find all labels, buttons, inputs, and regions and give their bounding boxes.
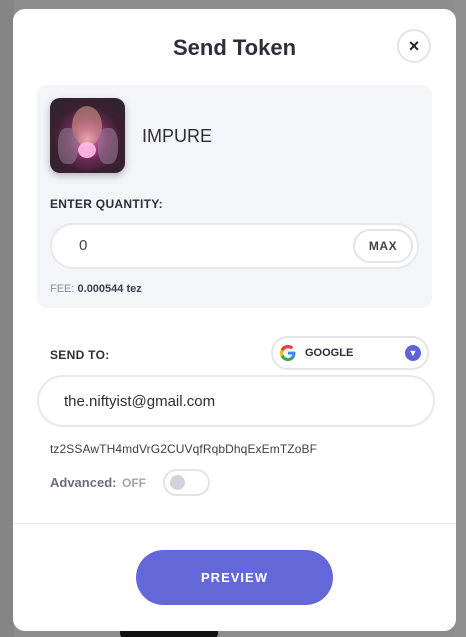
background-page (0, 0, 14, 637)
token-thumbnail (50, 98, 125, 173)
recipient-email-value[interactable]: the.niftyist@gmail.com (64, 393, 215, 410)
send-to-label: SEND TO: (50, 348, 110, 362)
modal-title: Send Token (172, 35, 297, 60)
recipient-email-input[interactable]: the.niftyist@gmail.com (37, 375, 435, 427)
provider-select[interactable]: GOOGLE ▼ (271, 336, 429, 370)
advanced-state: OFF (122, 476, 146, 490)
fee-label: FEE: (50, 283, 75, 295)
quantity-input[interactable]: 0 MAX (50, 223, 419, 269)
chevron-down-icon: ▼ (405, 345, 421, 361)
max-button[interactable]: MAX (353, 229, 413, 263)
quantity-label: ENTER QUANTITY: (50, 197, 163, 211)
send-token-modal: Send Token × IMPURE ENTER QUANTITY: 0 MA… (13, 9, 456, 631)
close-icon: × (408, 35, 420, 56)
token-card: IMPURE ENTER QUANTITY: 0 MAX FEE: 0.0005… (37, 85, 432, 308)
recipient-address: tz2SSAwTH4mdVrG2CUVqfRqbDhqExEmTZoBF (50, 442, 318, 456)
divider (13, 523, 456, 524)
quantity-value[interactable]: 0 (79, 237, 87, 254)
advanced-label: Advanced: (50, 475, 117, 490)
toggle-knob (170, 475, 185, 490)
fee-value: 0.000544 tez (77, 283, 142, 295)
preview-button[interactable]: PREVIEW (136, 550, 333, 605)
fee-text: FEE: 0.000544 tez (50, 283, 142, 295)
token-name: IMPURE (142, 126, 213, 146)
google-icon (280, 345, 296, 361)
provider-label: GOOGLE (305, 347, 354, 359)
advanced-toggle[interactable] (163, 469, 210, 496)
close-button[interactable]: × (397, 29, 431, 63)
